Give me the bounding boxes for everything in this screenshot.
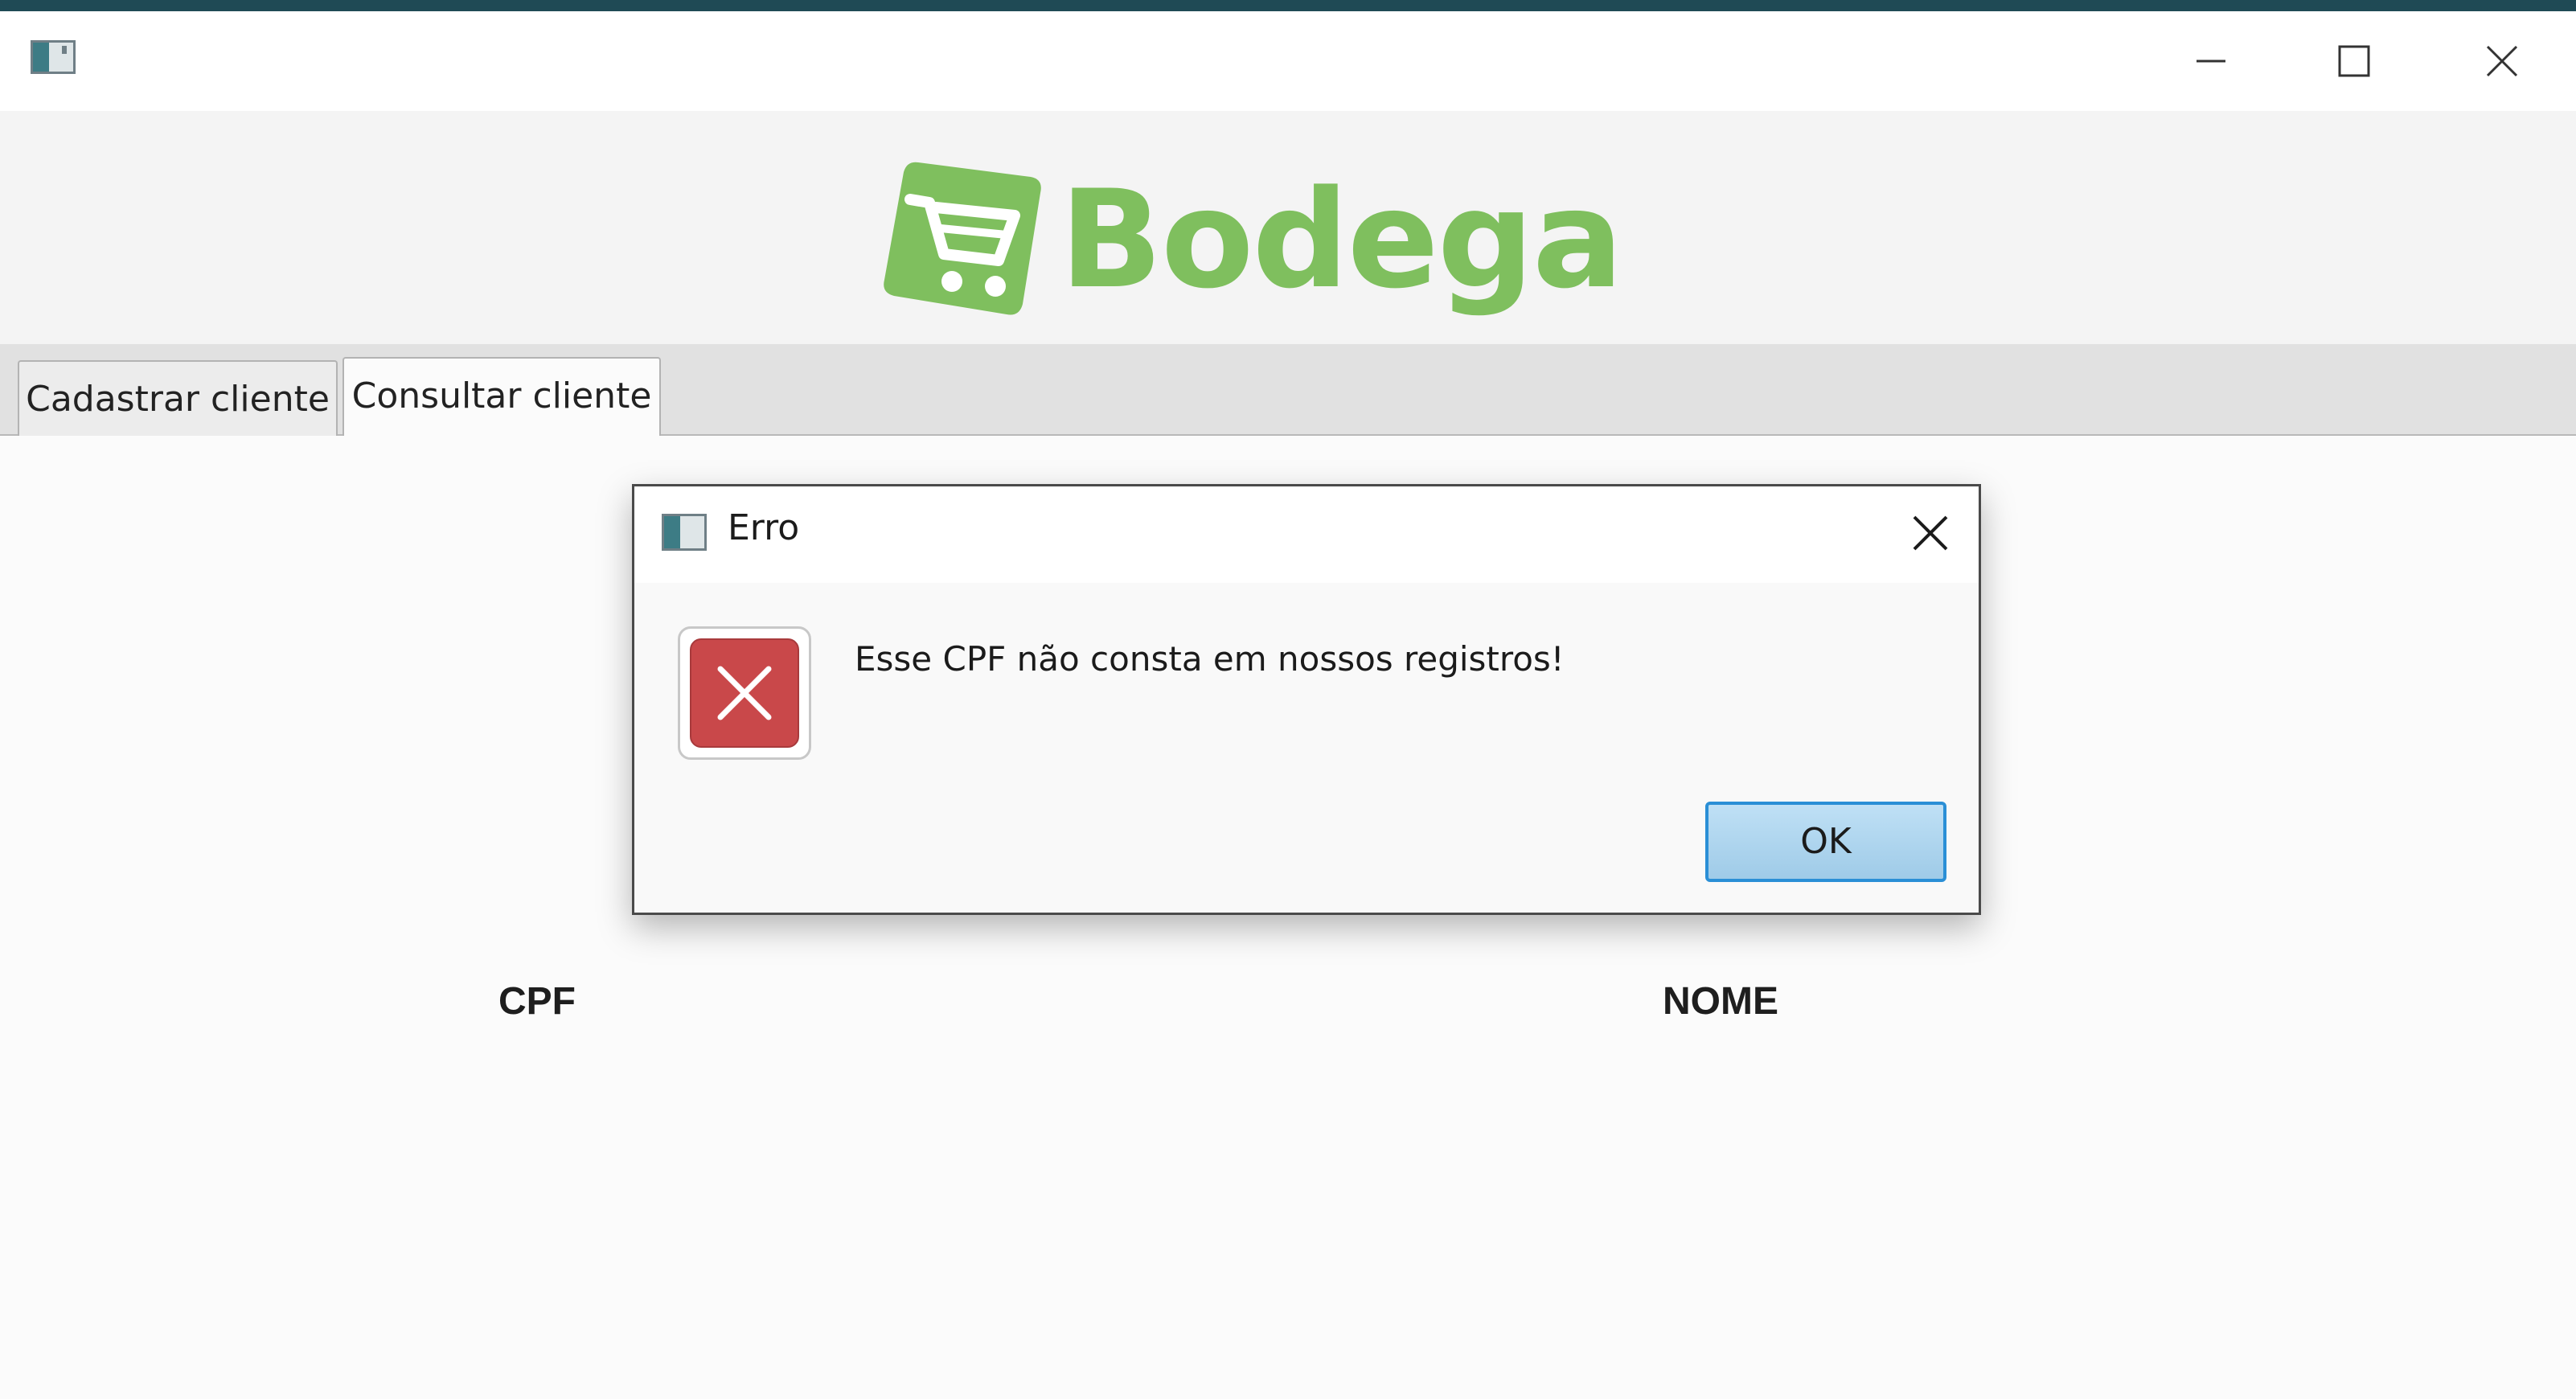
error-icon-frame bbox=[678, 626, 811, 760]
app-window: Bodega Cadastrar cliente Consultar clien… bbox=[0, 0, 2576, 1399]
error-dialog: Erro Esse CPF não consta em nossos regis… bbox=[632, 484, 1981, 915]
app-window-icon bbox=[31, 40, 76, 74]
brand-logo-text: Bodega bbox=[1060, 161, 1623, 318]
column-header-nome: NOME bbox=[1663, 980, 1778, 1023]
ok-button[interactable]: OK bbox=[1705, 802, 1946, 882]
minimize-button[interactable] bbox=[2147, 11, 2275, 111]
close-window-button[interactable] bbox=[2438, 11, 2566, 111]
dialog-close-button[interactable] bbox=[1900, 503, 1961, 564]
dialog-title: Erro bbox=[728, 507, 800, 548]
close-icon bbox=[1913, 515, 1948, 551]
dialog-titlebar[interactable]: Erro bbox=[634, 486, 1979, 583]
dialog-window-icon bbox=[662, 514, 707, 551]
shopping-cart-icon bbox=[884, 162, 1041, 315]
tab-consultar-cliente[interactable]: Consultar cliente bbox=[343, 357, 661, 436]
maximize-button[interactable] bbox=[2290, 11, 2418, 111]
tab-bar: Cadastrar cliente Consultar cliente bbox=[0, 344, 2576, 436]
maximize-icon bbox=[2338, 45, 2370, 77]
minimize-icon bbox=[2197, 59, 2225, 63]
dialog-message: Esse CPF não consta em nossos registros! bbox=[855, 639, 1565, 679]
column-header-cpf: CPF bbox=[498, 980, 576, 1023]
tab-cadastrar-cliente[interactable]: Cadastrar cliente bbox=[18, 360, 338, 436]
close-icon bbox=[2486, 45, 2518, 77]
window-top-edge bbox=[0, 0, 2576, 11]
error-x-icon bbox=[690, 638, 799, 748]
